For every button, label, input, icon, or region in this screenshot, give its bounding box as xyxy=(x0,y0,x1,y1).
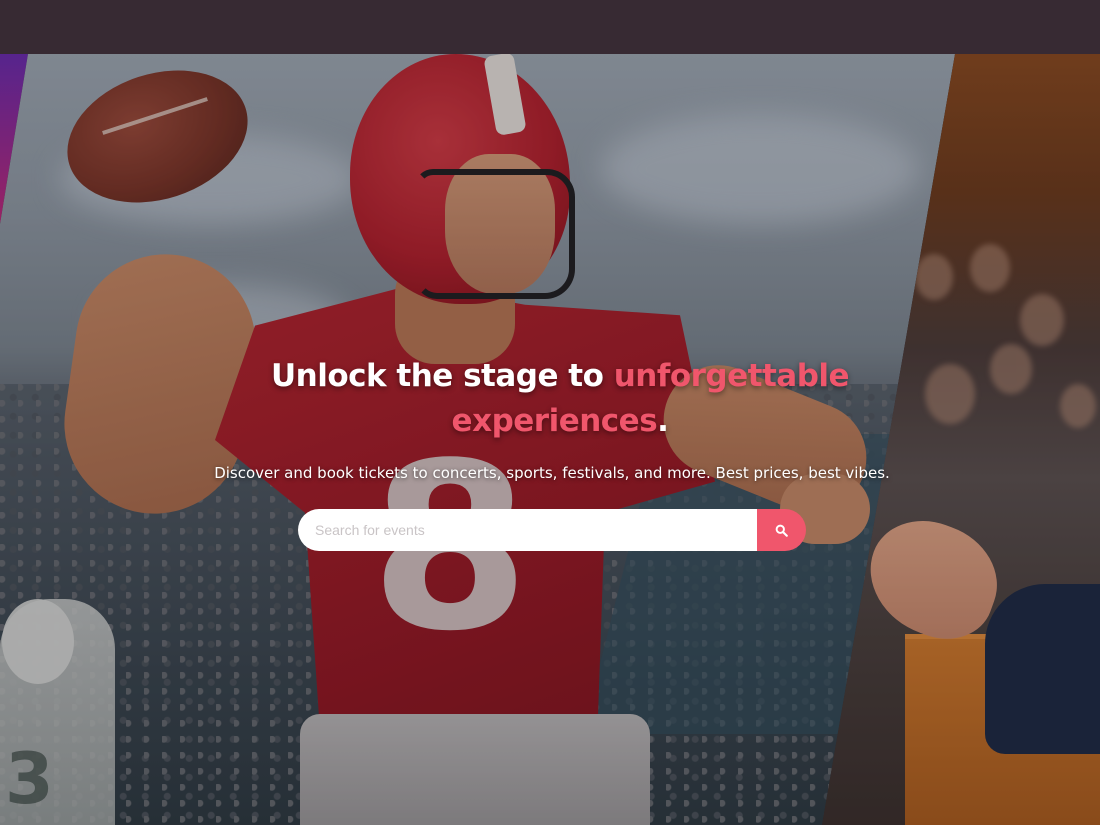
headline-text: Unlock the stage to xyxy=(270,358,614,394)
hero-headline: Unlock the stage to unforgettable experie… xyxy=(250,354,870,444)
search-button[interactable] xyxy=(757,509,806,551)
event-search-bar xyxy=(298,509,806,551)
hero-subtitle: Discover and book tickets to concerts, s… xyxy=(214,464,890,482)
top-navigation-bar xyxy=(0,0,1100,54)
headline-period: . xyxy=(657,403,669,439)
search-icon xyxy=(775,524,788,537)
headline-accent-word-2: experiences xyxy=(451,403,658,439)
search-input[interactable] xyxy=(298,509,757,551)
hero-section: 3 8 Unlock the stage to unforgettableexp… xyxy=(0,54,1100,825)
hero-content: Unlock the stage to unforgettable experie… xyxy=(0,354,1100,482)
headline-accent-word: unforgettable xyxy=(613,358,850,394)
